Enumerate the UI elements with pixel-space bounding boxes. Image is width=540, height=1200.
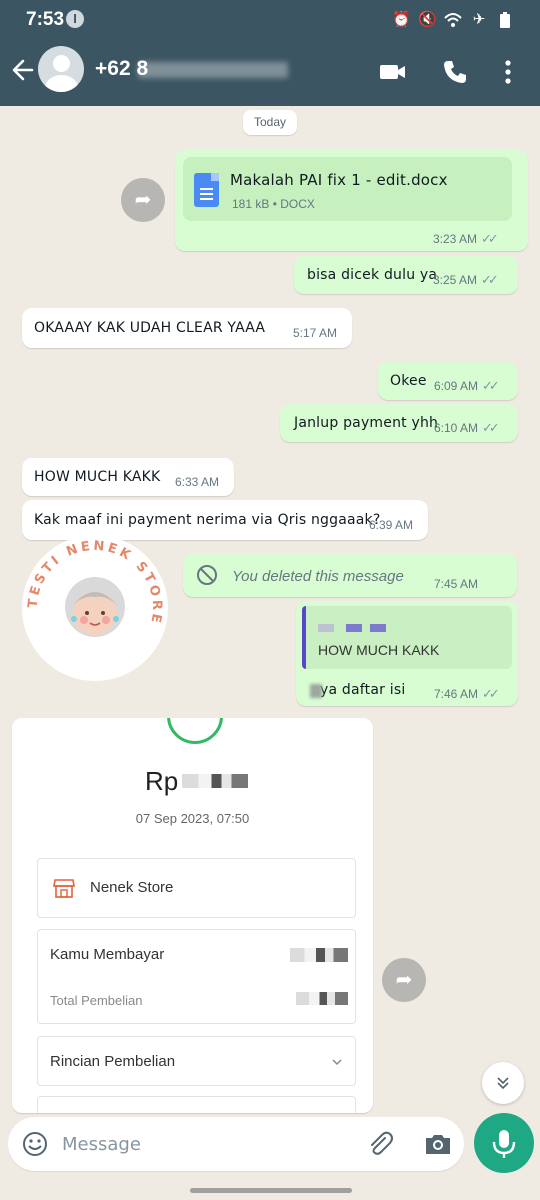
forward-icon[interactable]: ➦ (121, 178, 165, 222)
status-icons: ⏰ 🔇 ✈ (392, 10, 514, 30)
forward-icon[interactable]: ➦ (382, 958, 426, 1002)
paid-value-redacted (290, 948, 348, 962)
message-time: 6:09 AM (434, 379, 479, 393)
quoted-message[interactable]: HOW MUCH KAKK (302, 606, 512, 669)
read-ticks-icon: ✓✓ (482, 420, 500, 435)
grandma-face-icon (60, 575, 130, 645)
message-meta: 3:25 AM ✓✓ (433, 272, 499, 288)
store-card: Nenek Store (37, 858, 356, 918)
message-bubble-outgoing[interactable]: Okee 6:09 AM ✓✓ (378, 362, 518, 400)
message-meta: 7:46 AM ✓✓ (434, 686, 500, 702)
video-call-icon[interactable] (378, 58, 408, 86)
message-time: 7:46 AM (434, 687, 479, 701)
message-text: Okee (390, 373, 427, 389)
message-bubble-incoming[interactable]: Kak maaf ini payment nerima via Qris ngg… (22, 500, 428, 540)
read-ticks-icon: ✓✓ (482, 686, 500, 701)
message-meta: 7:45 AM (434, 577, 478, 591)
attach-icon[interactable] (365, 1129, 395, 1159)
quoted-sender-redacted (318, 624, 398, 632)
message-text: bisa dicek dulu ya (307, 267, 438, 283)
back-arrow-icon[interactable] (10, 54, 36, 86)
sticker-image[interactable]: TESTI NENEK STORE (22, 535, 168, 681)
gesture-nav-bar[interactable] (190, 1188, 352, 1193)
wifi-icon (444, 11, 462, 29)
message-composer (8, 1117, 464, 1171)
voice-call-icon[interactable] (441, 58, 471, 86)
success-check-icon (167, 718, 223, 744)
total-value-redacted (296, 992, 348, 1005)
message-bubble-outgoing[interactable]: Janlup payment yhh 6:10 AM ✓✓ (280, 404, 518, 442)
message-text: HOW MUCH KAKK (34, 469, 161, 485)
deleted-icon (196, 564, 218, 586)
message-text: ya daftar isi (320, 682, 406, 698)
document-name: Makalah PAI fix 1 - edit.docx (230, 171, 448, 189)
receipt-date: 07 Sep 2023, 07:50 (135, 811, 250, 826)
status-time: 7:53 (26, 9, 65, 30)
read-ticks-icon: ✓✓ (482, 378, 500, 393)
date-divider: Today (243, 110, 297, 135)
alarm-icon: ⏰ (392, 11, 411, 28)
chat-header: +62 8 (0, 40, 540, 106)
airplane-icon: ✈ (472, 11, 486, 28)
redacted-word (310, 684, 322, 698)
message-meta: 6:10 AM ✓✓ (434, 420, 500, 436)
scroll-to-bottom-button[interactable] (482, 1062, 524, 1104)
message-time: 6:33 AM (175, 475, 220, 489)
payment-receipt-image[interactable]: Rp 07 Sep 2023, 07:50 Nenek Store Kamu M… (12, 718, 373, 1113)
emoji-icon[interactable] (21, 1130, 49, 1158)
message-time: 6:39 AM (369, 518, 414, 532)
message-bubble-outgoing[interactable]: bisa dicek dulu ya 3:25 AM ✓✓ (294, 256, 518, 294)
contact-name-redacted (138, 62, 288, 78)
receipt-amount: Rp (145, 766, 179, 796)
amount-redacted (182, 774, 248, 788)
microphone-icon (492, 1130, 516, 1158)
purchase-details-card: Rincian Pembelian (37, 1036, 356, 1086)
chevron-down-icon (330, 1055, 344, 1069)
read-ticks-icon: ✓✓ (481, 272, 499, 287)
message-time: 3:23 AM (433, 232, 478, 246)
details-label: Rincian Pembelian (50, 1053, 176, 1070)
payment-summary-card: Kamu Membayar Total Pembelian (37, 929, 356, 1024)
read-ticks-icon: ✓✓ (481, 231, 499, 246)
message-time: 7:45 AM (434, 577, 479, 591)
deleted-message-bubble[interactable]: You deleted this message 7:45 AM (183, 553, 517, 597)
message-meta: 3:23 AM ✓✓ (433, 231, 499, 247)
message-text: Janlup payment yhh (294, 415, 439, 431)
battery-icon (496, 11, 514, 29)
message-meta: 6:39 AM (369, 518, 413, 532)
message-time: 6:10 AM (434, 421, 479, 435)
document-card[interactable]: Makalah PAI fix 1 - edit.docx 181 kB • D… (183, 157, 512, 221)
double-chevron-down-icon (497, 1077, 509, 1090)
message-meta: 6:33 AM (175, 475, 219, 489)
receipt-card-partial (37, 1096, 356, 1113)
message-bubble-incoming[interactable]: HOW MUCH KAKK 6:33 AM (22, 458, 234, 496)
message-text: Kak maaf ini payment nerima via Qris ngg… (34, 512, 381, 528)
quoted-text: HOW MUCH KAKK (318, 642, 440, 658)
total-label: Total Pembelian (50, 993, 143, 1008)
message-time: 3:25 AM (433, 273, 478, 287)
message-bubble-incoming[interactable]: OKAAAY KAK UDAH CLEAR YAAA 5:17 AM (22, 308, 352, 348)
message-input[interactable] (62, 1127, 352, 1161)
paid-label: Kamu Membayar (50, 946, 165, 963)
document-info: 181 kB • DOCX (232, 197, 315, 211)
deleted-message-text: You deleted this message (232, 568, 404, 585)
message-time: 5:17 AM (293, 326, 338, 340)
more-options-icon[interactable] (498, 58, 518, 86)
top-bar: 7:53 I ⏰ 🔇 ✈ +62 8 (0, 0, 540, 106)
contact-avatar[interactable] (38, 46, 84, 92)
document-file-icon (194, 173, 219, 207)
camera-icon[interactable] (423, 1130, 453, 1158)
notification-badge: I (66, 10, 84, 28)
message-text: OKAAAY KAK UDAH CLEAR YAAA (34, 320, 266, 336)
store-name: Nenek Store (90, 879, 174, 896)
message-meta: 6:09 AM ✓✓ (434, 378, 500, 394)
mute-icon: 🔇 (418, 11, 437, 28)
voice-message-button[interactable] (474, 1113, 534, 1173)
status-bar: 7:53 I ⏰ 🔇 ✈ (0, 0, 540, 40)
store-icon (53, 877, 75, 899)
message-meta: 5:17 AM (293, 326, 337, 340)
